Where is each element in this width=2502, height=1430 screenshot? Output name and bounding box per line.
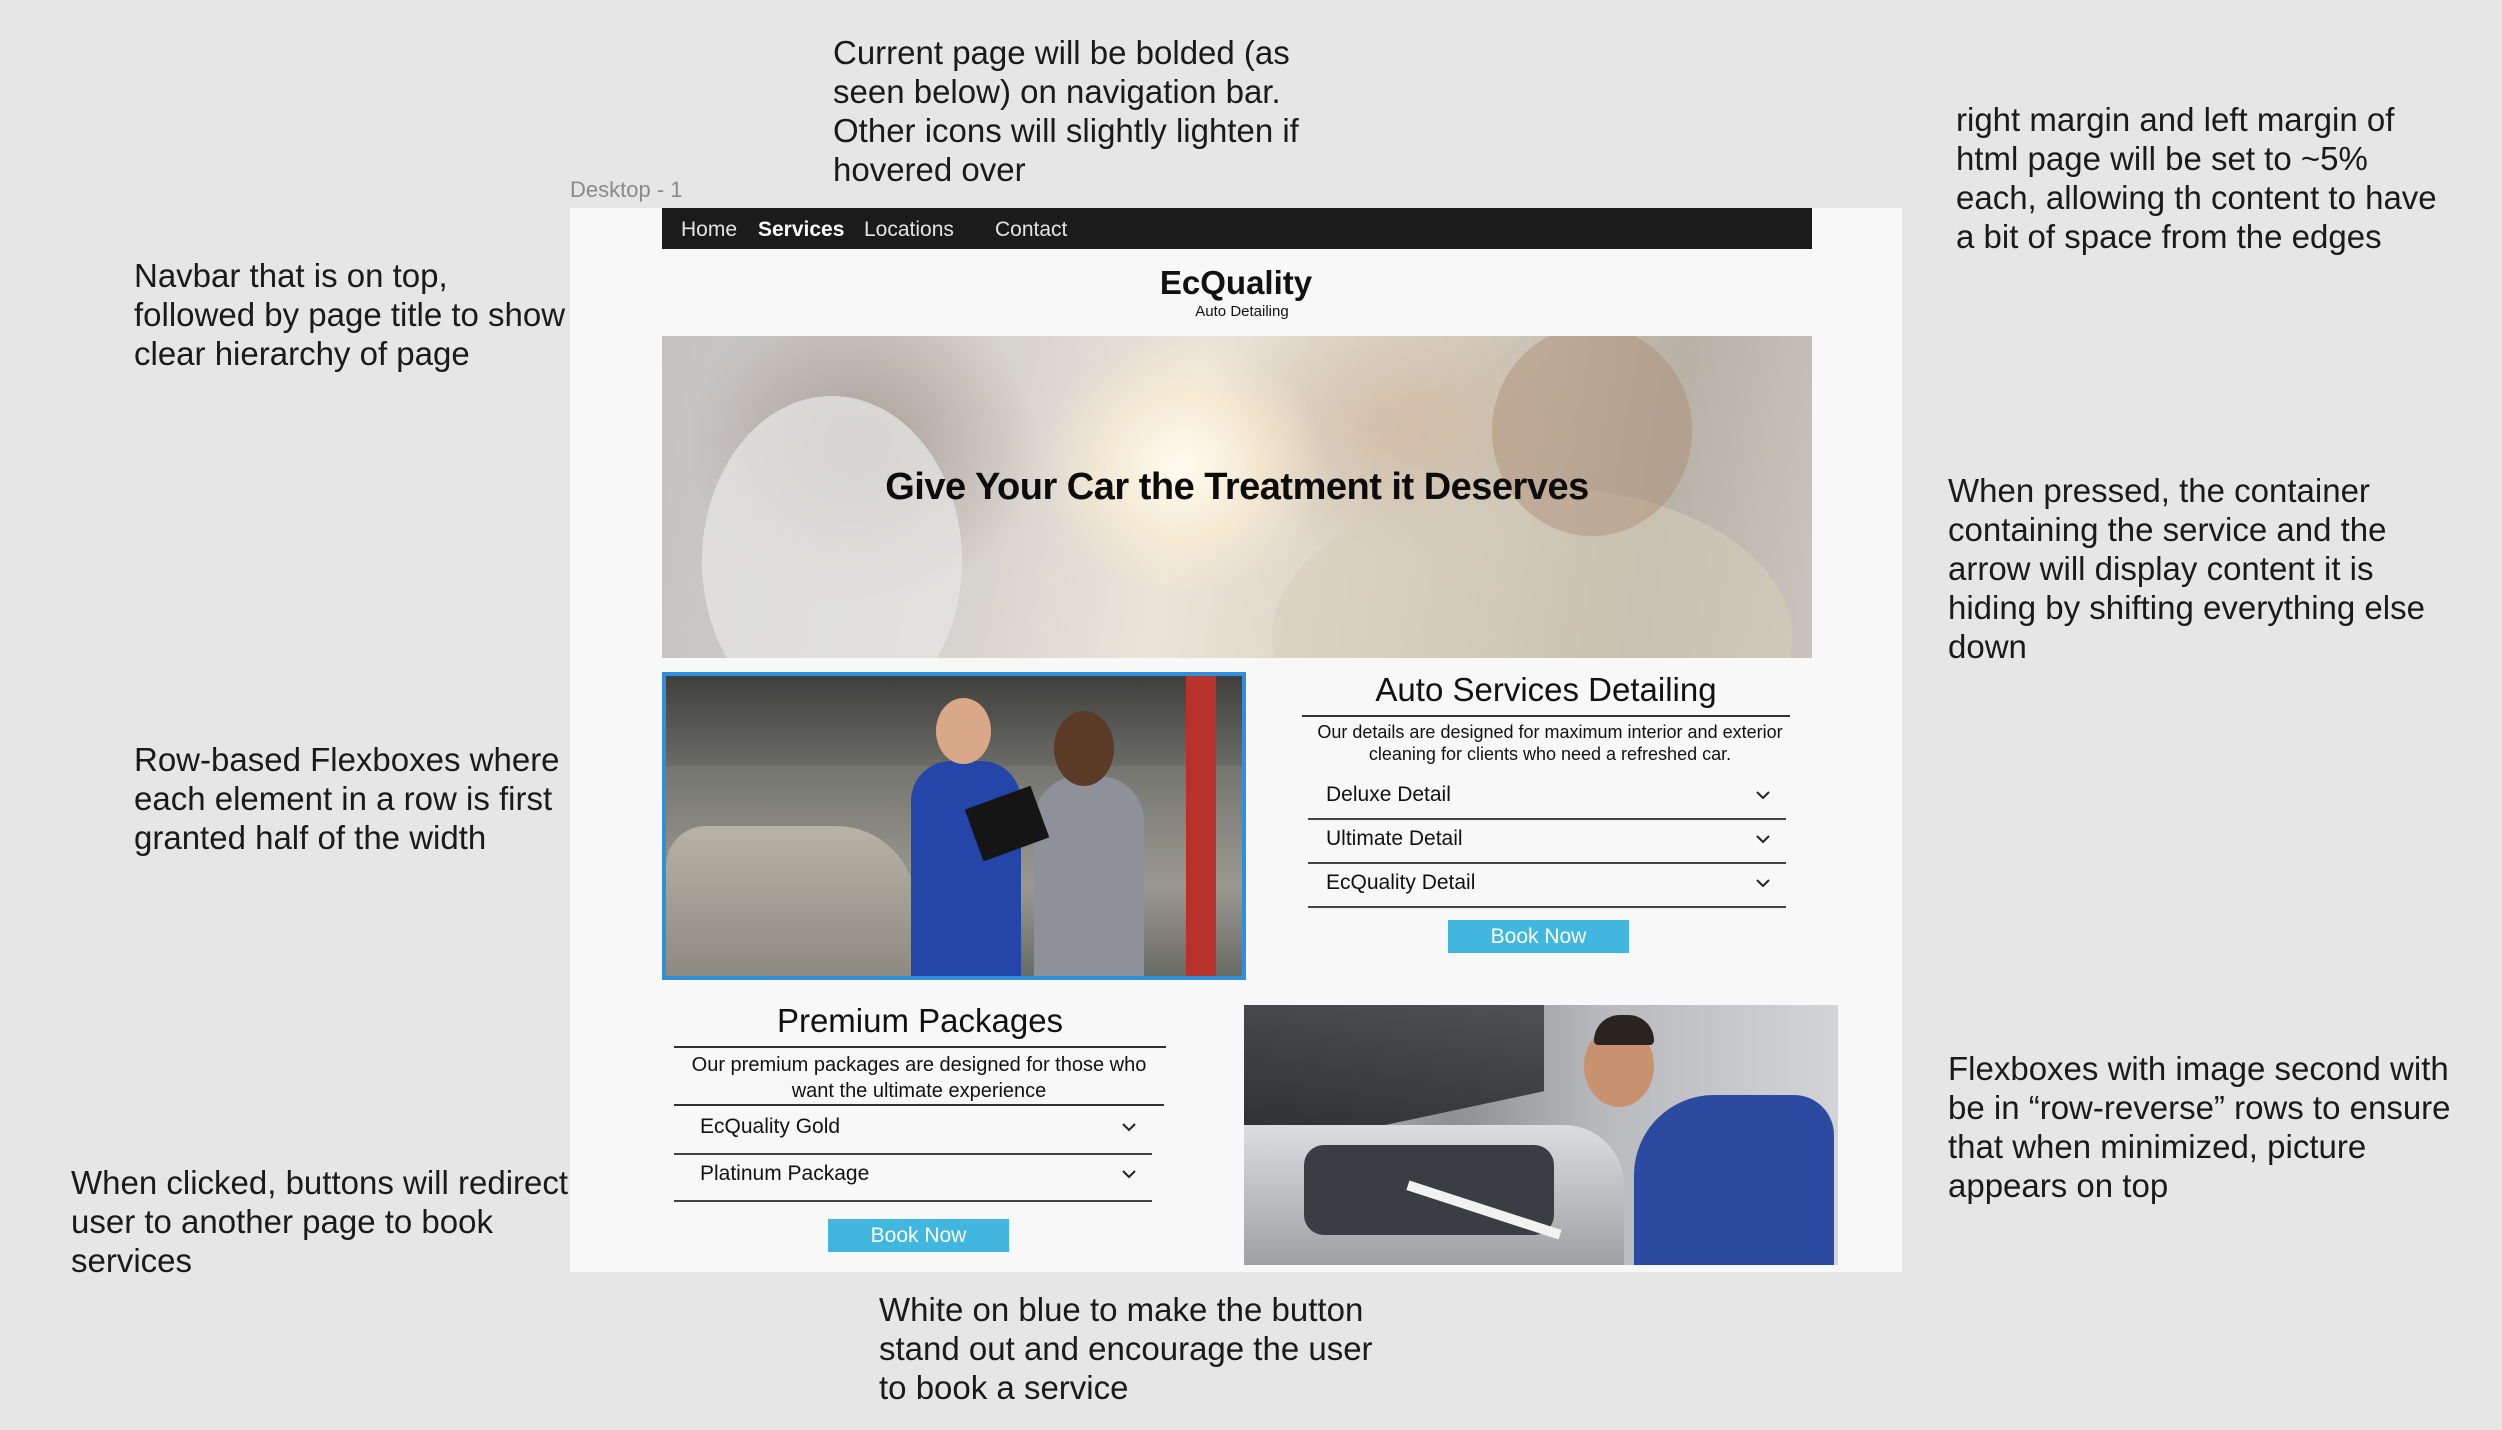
annotation-row-reverse: Flexboxes with image second with be in “…: [1948, 1050, 2451, 1204]
accordion-label: EcQuality Gold: [700, 1115, 841, 1138]
services-description: Our details are designed for maximum int…: [1317, 722, 1783, 764]
desktop-frame: Home Services Locations Contact EcQualit…: [570, 208, 1902, 1272]
nav-locations[interactable]: Locations: [864, 218, 954, 242]
annotation-button-color: White on blue to make the button stand o…: [879, 1291, 1373, 1406]
site-tagline: Auto Detailing: [1195, 303, 1289, 320]
annotation-accordion: When pressed, the container containing t…: [1948, 472, 2425, 665]
accordion-platinum-package[interactable]: Platinum Package: [674, 1155, 1152, 1202]
accordion-ecquality-detail[interactable]: EcQuality Detail: [1308, 864, 1786, 908]
accordion-label: Ultimate Detail: [1326, 827, 1463, 850]
services-book-now-button[interactable]: Book Now: [1448, 920, 1629, 953]
nav-home[interactable]: Home: [681, 218, 737, 242]
annotation-current-page: Current page will be bolded (as seen bel…: [833, 34, 1299, 188]
accordion-label: Platinum Package: [700, 1162, 870, 1185]
chevron-down-icon: [1756, 835, 1770, 844]
accordion-label: EcQuality Detail: [1326, 871, 1476, 894]
packages-description: Our premium packages are designed for th…: [674, 1052, 1164, 1106]
packages-title: Premium Packages: [674, 1002, 1166, 1048]
nav-services[interactable]: Services: [758, 218, 844, 242]
annotation-buttons: When clicked, buttons will redirect user…: [71, 1164, 569, 1279]
site-title: EcQuality: [1159, 264, 1313, 301]
mechanic-consultation-image: [662, 672, 1246, 980]
hero-banner: Give Your Car the Treatment it Deserves: [662, 336, 1812, 658]
services-title: Auto Services Detailing: [1302, 671, 1790, 717]
accordion-ultimate-detail[interactable]: Ultimate Detail: [1308, 820, 1786, 864]
navbar: Home Services Locations Contact: [662, 208, 1812, 249]
hero-figure-left: [702, 396, 962, 658]
packages-book-now-button[interactable]: Book Now: [828, 1219, 1009, 1252]
accordion-label: Deluxe Detail: [1326, 783, 1451, 806]
chevron-down-icon: [1756, 879, 1770, 888]
nav-contact[interactable]: Contact: [995, 218, 1067, 242]
mechanic-engine-image: [1244, 1005, 1838, 1265]
chevron-down-icon: [1756, 791, 1770, 800]
frame-label: Desktop - 1: [570, 177, 683, 202]
accordion-deluxe-detail[interactable]: Deluxe Detail: [1308, 776, 1786, 820]
annotation-navbar: Navbar that is on top, followed by page …: [134, 257, 566, 372]
annotation-margin: right margin and left margin of html pag…: [1956, 101, 2437, 255]
accordion-ecquality-gold[interactable]: EcQuality Gold: [674, 1108, 1152, 1155]
chevron-down-icon: [1122, 1170, 1136, 1179]
annotation-row-flexbox: Row-based Flexboxes where each element i…: [134, 741, 560, 856]
hero-title: Give Your Car the Treatment it Deserves: [885, 466, 1589, 508]
chevron-down-icon: [1122, 1123, 1136, 1132]
